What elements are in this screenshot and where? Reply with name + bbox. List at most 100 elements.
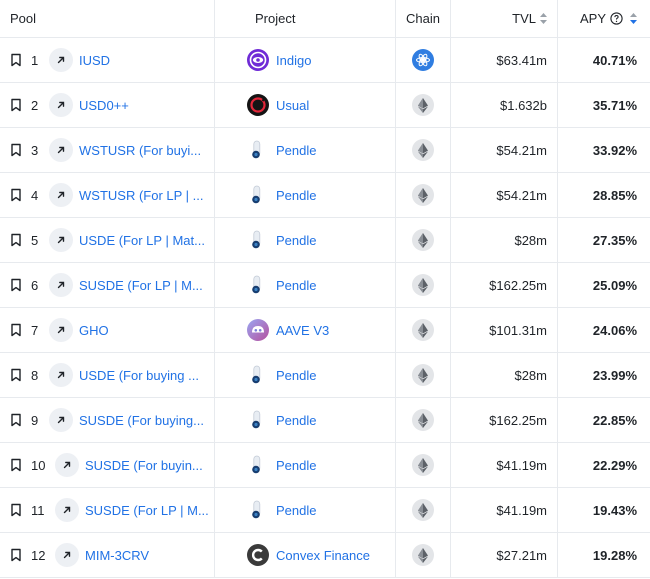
table-row[interactable]: 10 SUSDE (For buyin... Pendle $41.19m 22.29% — [0, 443, 650, 488]
external-link-icon[interactable] — [55, 498, 79, 522]
project-link[interactable]: Pendle — [276, 278, 316, 293]
project-link[interactable]: Indigo — [276, 53, 311, 68]
project-link[interactable]: Pendle — [276, 503, 316, 518]
project-cell: Pendle — [215, 218, 396, 262]
project-link[interactable]: Usual — [276, 98, 309, 113]
apy-value: 25.09% — [592, 277, 637, 293]
external-link-icon[interactable] — [49, 93, 73, 117]
bookmark-icon[interactable] — [10, 98, 22, 112]
bookmark-icon[interactable] — [10, 53, 22, 67]
table-row[interactable]: 4 WSTUSR (For LP | ... Pendle $54.21m 28.85% — [0, 173, 650, 218]
pool-link[interactable]: USD0++ — [79, 98, 129, 113]
apy-header-label[interactable]: APY — [580, 11, 606, 26]
apy-value: 35.71% — [592, 97, 637, 113]
tvl-value: $54.21m — [496, 187, 547, 203]
pool-link[interactable]: SUSDE (For LP | M... — [79, 278, 203, 293]
pool-link[interactable]: SUSDE (For buying... — [79, 413, 204, 428]
project-column-header: Project — [215, 0, 396, 37]
bookmark-icon[interactable] — [10, 458, 22, 472]
project-header-label: Project — [255, 11, 296, 26]
pendle-logo-icon — [247, 139, 269, 161]
apy-cell: 19.43% — [558, 488, 650, 532]
bookmark-icon[interactable] — [10, 323, 22, 337]
help-circle-icon[interactable] — [610, 12, 623, 25]
pool-link[interactable]: WSTUSR (For buyi... — [79, 143, 201, 158]
tvl-value: $41.19m — [496, 502, 547, 518]
external-link-icon[interactable] — [49, 138, 73, 162]
external-link-icon[interactable] — [55, 453, 79, 477]
bookmark-icon[interactable] — [10, 233, 22, 247]
apy-cell: 19.28% — [558, 533, 650, 577]
pendle-logo-icon — [247, 184, 269, 206]
pool-cell: 11 SUSDE (For LP | M... — [0, 488, 215, 532]
rank-number: 8 — [31, 367, 39, 383]
table-row[interactable]: 1 IUSD Indigo $63.41m 40.71% — [0, 38, 650, 83]
bookmark-icon[interactable] — [10, 278, 22, 292]
pendle-logo-icon — [247, 274, 269, 296]
ethereum-chain-icon[interactable] — [412, 139, 434, 161]
bookmark-icon[interactable] — [10, 143, 22, 157]
external-link-icon[interactable] — [55, 543, 79, 567]
pool-link[interactable]: IUSD — [79, 53, 110, 68]
rank-number: 11 — [31, 502, 45, 518]
pool-link[interactable]: MIM-3CRV — [85, 548, 149, 563]
external-link-icon[interactable] — [49, 183, 73, 207]
sort-active-icon[interactable] — [630, 13, 637, 24]
ethereum-chain-icon[interactable] — [412, 454, 434, 476]
table-row[interactable]: 3 WSTUSR (For buyi... Pendle $54.21m 33.92% — [0, 128, 650, 173]
table-row[interactable]: 11 SUSDE (For LP | M... Pendle $41.19m 19.43… — [0, 488, 650, 533]
table-row[interactable]: 6 SUSDE (For LP | M... Pendle $162.25m 25.09… — [0, 263, 650, 308]
external-link-icon[interactable] — [49, 273, 73, 297]
apy-column-header[interactable]: APY — [558, 0, 650, 37]
bookmark-icon[interactable] — [10, 368, 22, 382]
bookmark-icon[interactable] — [10, 503, 22, 517]
project-link[interactable]: Pendle — [276, 368, 316, 383]
ethereum-chain-icon[interactable] — [412, 184, 434, 206]
table-row[interactable]: 2 USD0++ Usual $1.632b 35.71% — [0, 83, 650, 128]
ethereum-chain-icon[interactable] — [412, 544, 434, 566]
ethereum-chain-icon[interactable] — [412, 229, 434, 251]
ethereum-chain-icon[interactable] — [412, 409, 434, 431]
ethereum-chain-icon[interactable] — [412, 364, 434, 386]
sort-icon[interactable] — [540, 13, 547, 24]
project-link[interactable]: Pendle — [276, 188, 316, 203]
pool-link[interactable]: WSTUSR (For LP | ... — [79, 188, 203, 203]
pool-cell: 4 WSTUSR (For LP | ... — [0, 173, 215, 217]
external-link-icon[interactable] — [49, 48, 73, 72]
bookmark-icon[interactable] — [10, 188, 22, 202]
pool-link[interactable]: USDE (For LP | Mat... — [79, 233, 205, 248]
bookmark-icon[interactable] — [10, 548, 22, 562]
external-link-icon[interactable] — [49, 228, 73, 252]
cosmos-chain-icon[interactable] — [412, 49, 434, 71]
table-row[interactable]: 5 USDE (For LP | Mat... Pendle $28m 27.35% — [0, 218, 650, 263]
table-row[interactable]: 7 GHO AAVE V3 $101.31m 24.06% — [0, 308, 650, 353]
ethereum-chain-icon[interactable] — [412, 499, 434, 521]
external-link-icon[interactable] — [49, 318, 73, 342]
table-row[interactable]: 9 SUSDE (For buying... Pendle $162.25m 22.85… — [0, 398, 650, 443]
pool-link[interactable]: GHO — [79, 323, 109, 338]
bookmark-icon[interactable] — [10, 413, 22, 427]
tvl-column-header[interactable]: TVL — [451, 0, 558, 37]
project-cell: Pendle — [215, 353, 396, 397]
table-row[interactable]: 12 MIM-3CRV Convex Finance $27.21m 19.28% — [0, 533, 650, 578]
tvl-header-label[interactable]: TVL — [512, 11, 536, 26]
ethereum-chain-icon[interactable] — [412, 319, 434, 341]
pool-link[interactable]: USDE (For buying ... — [79, 368, 199, 383]
project-link[interactable]: Convex Finance — [276, 548, 370, 563]
ethereum-chain-icon[interactable] — [412, 94, 434, 116]
project-cell: Pendle — [215, 128, 396, 172]
chain-cell — [396, 263, 451, 307]
external-link-icon[interactable] — [49, 363, 73, 387]
project-link[interactable]: Pendle — [276, 458, 316, 473]
project-link[interactable]: AAVE V3 — [276, 323, 329, 338]
project-link[interactable]: Pendle — [276, 233, 316, 248]
external-link-icon[interactable] — [49, 408, 73, 432]
project-link[interactable]: Pendle — [276, 143, 316, 158]
pool-link[interactable]: SUSDE (For buyin... — [85, 458, 203, 473]
project-link[interactable]: Pendle — [276, 413, 316, 428]
pool-link[interactable]: SUSDE (For LP | M... — [85, 503, 209, 518]
apy-cell: 23.99% — [558, 353, 650, 397]
tvl-value: $54.21m — [496, 142, 547, 158]
ethereum-chain-icon[interactable] — [412, 274, 434, 296]
table-row[interactable]: 8 USDE (For buying ... Pendle $28m 23.99% — [0, 353, 650, 398]
